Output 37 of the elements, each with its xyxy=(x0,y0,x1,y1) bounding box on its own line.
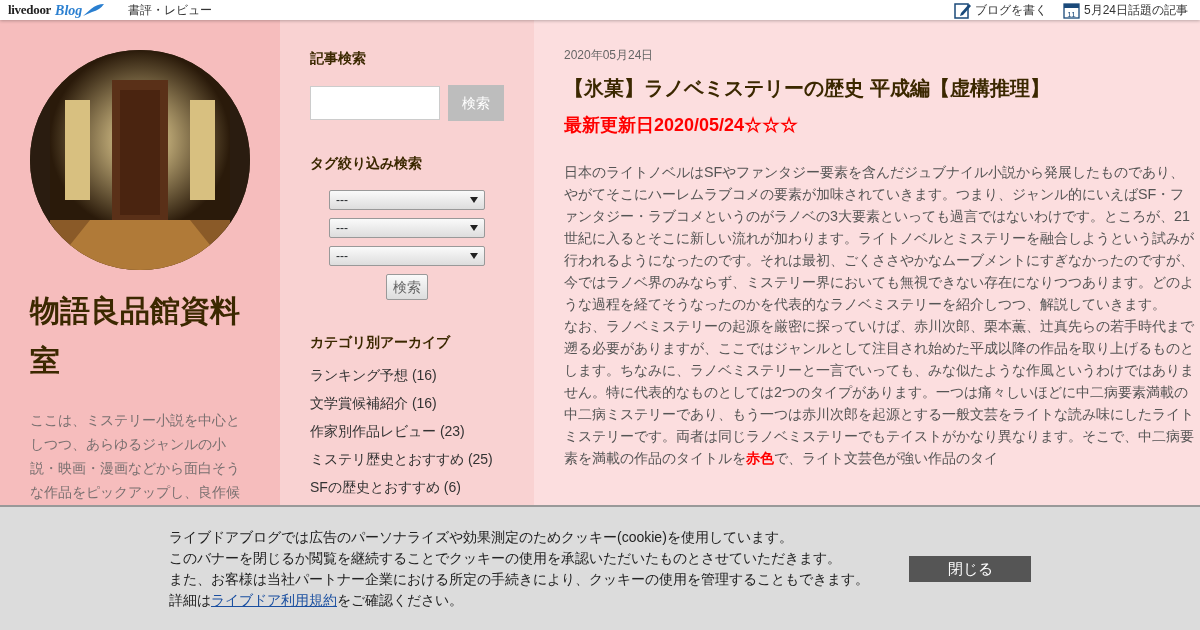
article-paragraph: なお、ラノベミステリーの起源を厳密に探っていけば、赤川次郎、栗本薫、辻真先らの若手時代まで遡る必要がありますが、ここではジャンルとして注目され始めた平成以降の作品を取り上げるものとします。ちなみに、ラノベミステリーと一言でいっても、みな似たような作風というわけではありません。特に代表的なものとしては2つのタイプがあります。一つは痛々しいほどに中二病要素満載の中二病ミステリーであり、もう一つは赤川次郎を起源とする一般文芸をライトな読み味にしたライトミステリーです。両者は同じラノベミステリーでもテイストがかなり異なります。そこで、中二病要素を満載の作品のタイトルを赤色で、ライト文芸色が強い作品のタイ xyxy=(564,317,1195,468)
pencil-icon xyxy=(953,1,971,19)
banner-text: また、お客様は当社パートナー企業における所定の手続きにより、クッキーの使用を管理することもできます。 xyxy=(169,570,869,589)
category-link[interactable]: 文学賞候補紹介 (16) xyxy=(310,389,437,417)
calendar-icon: 11 xyxy=(1062,1,1080,19)
terms-link[interactable]: ライブドア利用規約 xyxy=(211,592,337,608)
section-heading: カテゴリ別アーカイブ xyxy=(310,333,452,352)
tag-select[interactable]: --- xyxy=(329,246,485,266)
tag-select[interactable]: --- xyxy=(329,190,485,210)
category-link[interactable]: 書評・レビュー xyxy=(128,1,213,19)
category-link[interactable]: ミステリ歴史とおすすめ (25) xyxy=(310,445,493,473)
category-link[interactable]: 作家別作品レビュー (23) xyxy=(310,417,465,445)
category-link[interactable]: ランキング予想 (16) xyxy=(310,361,437,389)
update-note: 最新更新日2020/05/24☆☆☆ xyxy=(564,114,800,137)
search-field[interactable] xyxy=(310,86,440,120)
logo-text[interactable]: livedoor xyxy=(8,0,52,20)
article-paragraph: 日本のライトノベルはSFやファンタジー要素を含んだジュブナイル小説から発展したものであり、やがてそこにハーレムラブコメの要素が加味されていきます。つまり、ジャンル的にいえばSF・ファンタジー・ラブコメというのがラノベの3大要素といっても過言ではないわけです。ところが、21世紀に入るとそこに新しい流れが加わります。ライトノベルとミステリーを融合しようという試みが行われるようになったのです。それは最初、ごくささやかなムーブメントにすぎなかったのですが、今ではラノベ界のみならず、ミステリー界においても無視できない存在になりつつあります。どのような過程を経てそうなったのかを代表的なラノベミステリーを紹介しつつ、解説していきます。 xyxy=(564,163,1195,314)
header-link[interactable]: 5月24日話題の記事 xyxy=(1083,1,1188,19)
banner-text: ライブドアブログでは広告のパーソナライズや効果測定のためクッキー(cookie)を使用しています。 xyxy=(169,528,793,547)
blog-description: ここは、ミステリー小説を中心としつつ、あらゆるジャンルの小説・映画・漫画などから面白そうな作品をピックアップし、良作候 xyxy=(30,411,241,502)
blog-title[interactable]: 物語良品館資料室 xyxy=(30,286,250,386)
banner-text: このバナーを閉じるか閲覧を継続することでクッキーの使用を承認いただいたものとさせていただきます。 xyxy=(169,549,841,568)
dropdown-arrow-icon xyxy=(470,225,478,231)
article-title[interactable]: 【氷菓】ラノベミステリーの歴史 平成編【虚構推理】 xyxy=(564,76,1196,100)
section-heading: タグ絞り込み検索 xyxy=(310,154,423,173)
section-heading: 記事検索 xyxy=(310,49,367,68)
tag-select[interactable]: --- xyxy=(329,218,485,238)
dropdown-arrow-icon xyxy=(470,253,478,259)
close-button[interactable]: 閉じる xyxy=(909,556,1031,582)
dropdown-arrow-icon xyxy=(470,197,478,203)
tag-search-button[interactable]: 検索 xyxy=(386,274,428,300)
logo-text-blog[interactable]: Blog xyxy=(55,0,83,21)
header-link[interactable]: ブログを書く xyxy=(974,1,1047,19)
feather-icon xyxy=(82,4,105,16)
category-link[interactable]: SFの歴史とおすすめ (6) xyxy=(310,473,461,501)
post-date: 2020年05月24日 xyxy=(564,47,655,64)
banner-text: 詳細はライブドア利用規約をご確認ください。 xyxy=(169,591,463,610)
